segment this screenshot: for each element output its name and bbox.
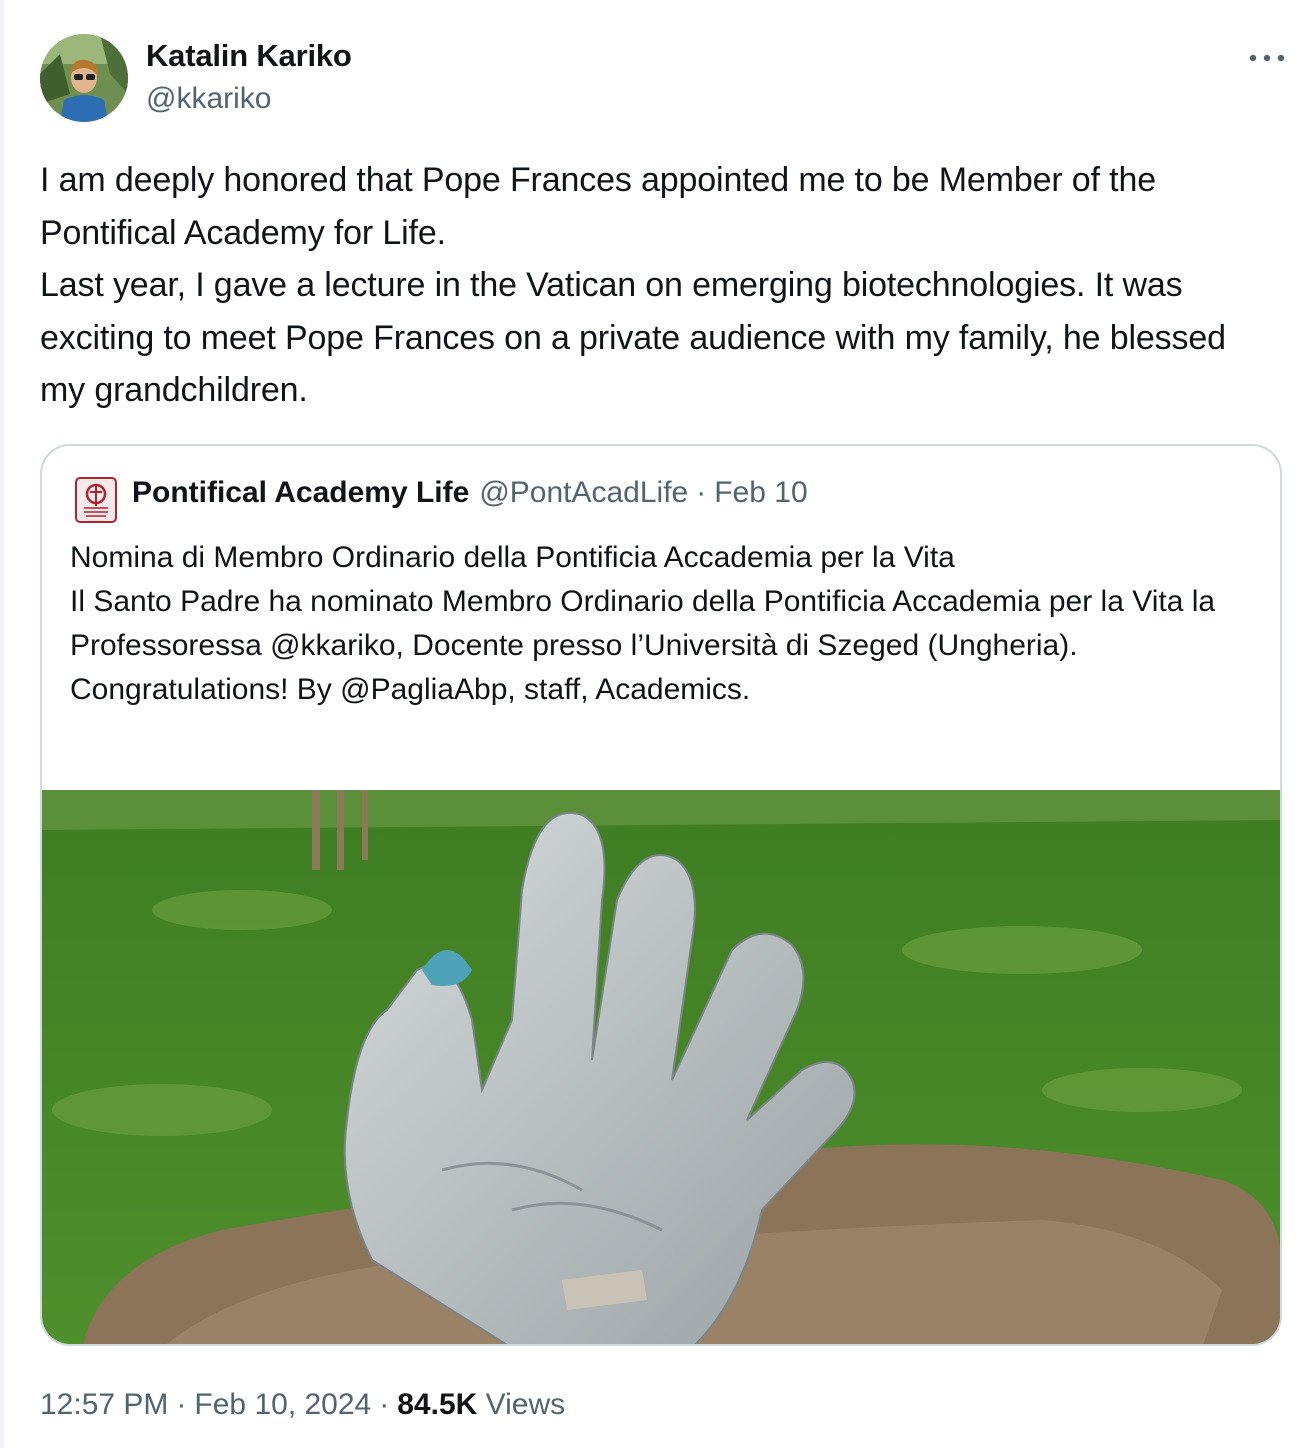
meta-separator: · — [379, 1388, 390, 1421]
tweet-date[interactable]: Feb 10, 2024 — [194, 1388, 371, 1421]
quoted-tweet[interactable]: Pontifical Academy Life @PontAcadLife · … — [40, 444, 1282, 1346]
tweet-text: I am deeply honored that Pope Frances ap… — [40, 161, 1226, 409]
quote-date[interactable]: Feb 10 — [714, 476, 807, 510]
more-dots-icon — [1249, 54, 1285, 62]
quote-author-name[interactable]: Pontifical Academy Life — [132, 476, 469, 510]
more-options-button[interactable] — [1244, 38, 1290, 78]
quote-separator: · — [696, 476, 707, 509]
quote-header: Pontifical Academy Life @PontAcadLife · … — [132, 476, 808, 510]
views-label[interactable]: Views — [486, 1388, 565, 1421]
quote-text: Nomina di Membro Ordinario della Pontifi… — [70, 541, 1216, 706]
quote-author-handle[interactable]: @PontAcadLife — [479, 476, 688, 510]
tweet-time[interactable]: 12:57 PM — [40, 1388, 168, 1421]
author-name[interactable]: Katalin Kariko — [146, 38, 352, 74]
pontifical-academy-logo — [74, 476, 118, 524]
author-handle[interactable]: @kkariko — [146, 82, 271, 116]
meta-separator: · — [176, 1388, 187, 1421]
views-count[interactable]: 84.5K — [397, 1388, 477, 1421]
timeline-divider — [0, 0, 4, 1448]
tweet-meta: 12:57 PM · Feb 10, 2024 · 84.5K Views — [40, 1388, 565, 1422]
quote-image[interactable] — [42, 790, 1280, 1344]
author-avatar[interactable] — [40, 34, 128, 122]
